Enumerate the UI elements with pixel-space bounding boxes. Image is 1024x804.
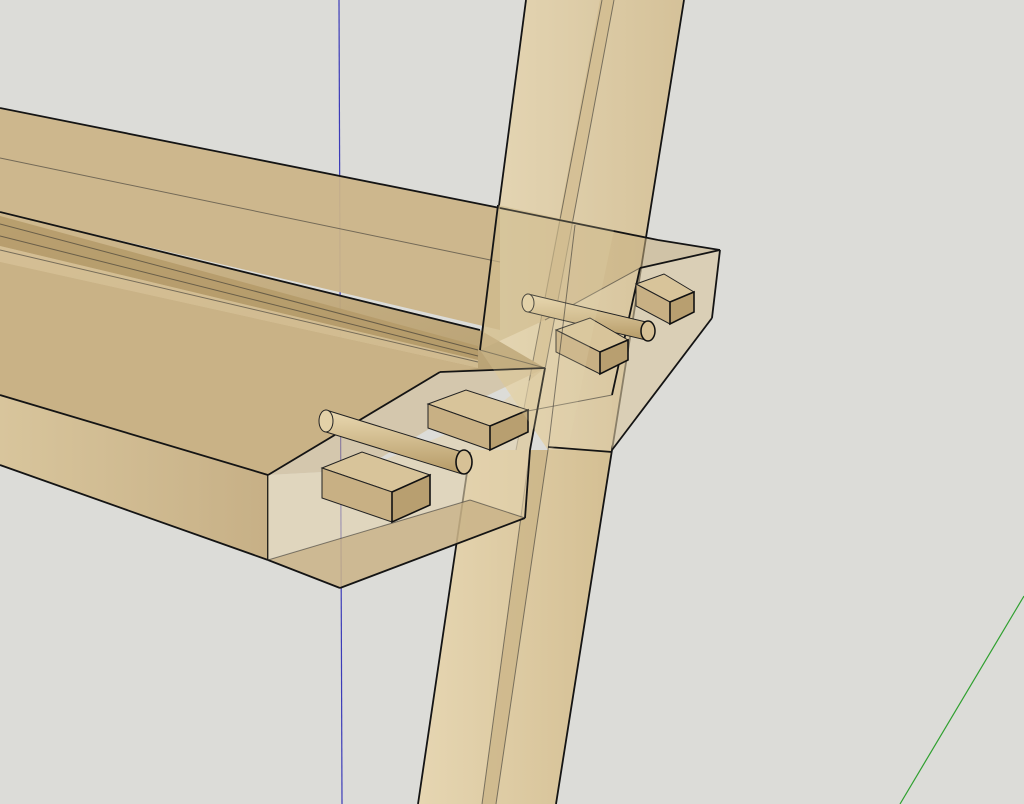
3d-viewport[interactable] [0, 0, 1024, 804]
model-canvas[interactable] [0, 0, 1024, 804]
